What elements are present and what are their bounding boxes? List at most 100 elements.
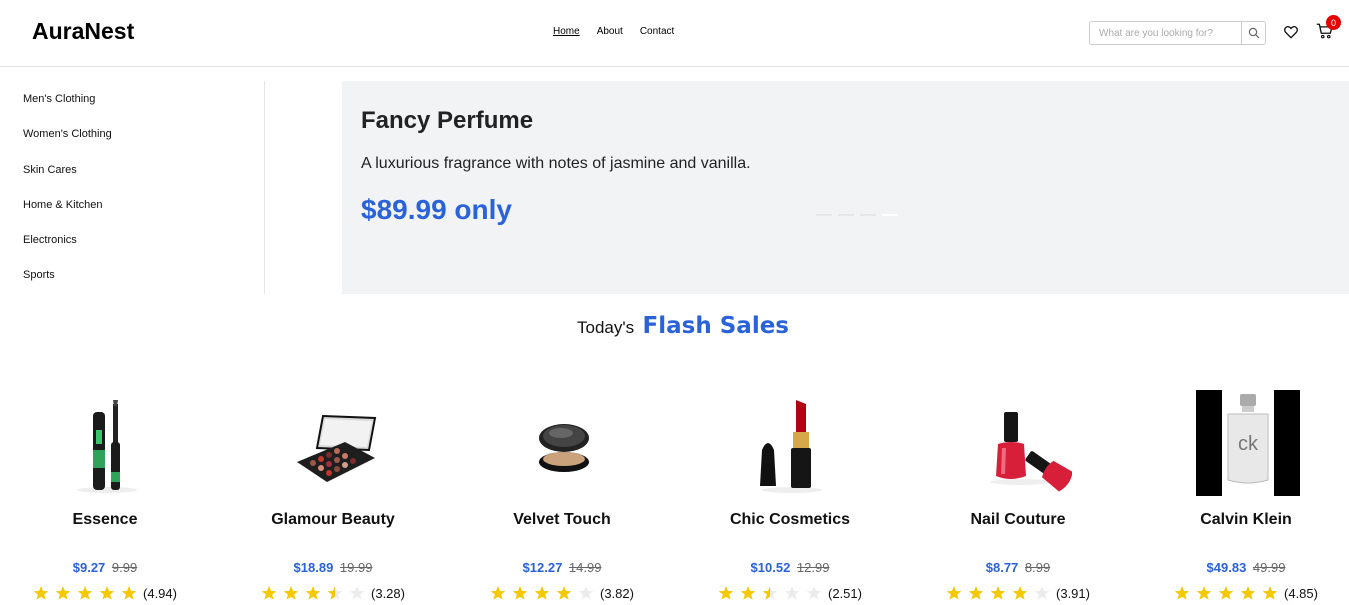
- rating-value: (3.91): [1056, 585, 1090, 601]
- nav-about-link[interactable]: About: [597, 26, 623, 37]
- rating-stars: [33, 585, 137, 601]
- carousel-dot[interactable]: [860, 214, 876, 216]
- product-price: $49.83: [1206, 560, 1247, 575]
- powder-compact-icon: [539, 424, 589, 472]
- header: AuraNest Home About Contact 0: [0, 0, 1349, 67]
- star-empty-icon: [578, 586, 594, 600]
- product-rating: (4.85): [1146, 585, 1346, 601]
- product-card[interactable]: Glamour Beauty $18.89 19.99 (3.28): [233, 390, 433, 605]
- product-card[interactable]: ck Calvin Klein $49.83 49.99 (4.85): [1146, 390, 1346, 605]
- product-old-price: 9.99: [111, 560, 138, 575]
- product-prices: $8.77 8.99: [918, 560, 1118, 575]
- hero-description: A luxurious fragrance with notes of jasm…: [361, 155, 751, 172]
- product-prices: $12.27 14.99: [462, 560, 662, 575]
- hero-banner[interactable]: Fancy Perfume A luxurious fragrance with…: [342, 81, 1349, 294]
- nail-polish-icon: [990, 412, 1072, 492]
- product-old-price: 14.99: [568, 560, 602, 575]
- star-empty-icon: [784, 586, 800, 600]
- product-old-price: 8.99: [1024, 560, 1051, 575]
- sidebar-item-skin-cares[interactable]: Skin Cares: [23, 164, 77, 176]
- star-full-icon: [1240, 586, 1256, 600]
- svg-text:ck: ck: [1238, 433, 1259, 455]
- sidebar-item-womens-clothing[interactable]: Women's Clothing: [23, 128, 112, 140]
- star-full-icon: [1012, 586, 1028, 600]
- star-full-icon: [968, 586, 984, 600]
- product-card[interactable]: Nail Couture $8.77 8.99 (3.91): [918, 390, 1118, 605]
- star-full-icon: [718, 586, 734, 600]
- product-name[interactable]: Glamour Beauty: [233, 511, 433, 529]
- lipstick-icon: [760, 400, 822, 493]
- star-full-icon: [1262, 586, 1278, 600]
- nav-home-link[interactable]: Home: [553, 26, 580, 37]
- star-empty-icon: [349, 586, 365, 600]
- cart-count-badge: 0: [1326, 15, 1341, 30]
- star-full-icon: [990, 586, 1006, 600]
- sidebar-item-electronics[interactable]: Electronics: [23, 234, 77, 246]
- product-rating: (2.51): [690, 585, 890, 601]
- star-full-icon: [33, 586, 49, 600]
- star-full-icon: [1174, 586, 1190, 600]
- category-sidebar: Men's Clothing Women's Clothing Skin Car…: [0, 81, 265, 294]
- rating-value: (4.94): [143, 585, 177, 601]
- product-price: $10.52: [750, 560, 791, 575]
- hero-price: $89.99 only: [361, 194, 512, 225]
- wishlist-heart-icon[interactable]: [1283, 24, 1299, 40]
- search-button[interactable]: [1241, 22, 1265, 44]
- star-full-icon: [946, 586, 962, 600]
- product-prices: $10.52 12.99: [690, 560, 890, 575]
- product-card[interactable]: Velvet Touch $12.27 14.99 (3.82): [462, 390, 662, 605]
- search-bar: [1089, 21, 1266, 45]
- main-nav: Home About Contact: [553, 26, 674, 37]
- flash-sales-title: Flash Sales: [642, 313, 789, 339]
- mascara-icon: [77, 400, 137, 493]
- product-price: $8.77: [985, 560, 1019, 575]
- nav-contact-link[interactable]: Contact: [640, 26, 674, 37]
- product-name[interactable]: Chic Cosmetics: [690, 511, 890, 529]
- rating-value: (2.51): [828, 585, 862, 601]
- product-name[interactable]: Calvin Klein: [1146, 511, 1346, 529]
- star-full-icon: [99, 586, 115, 600]
- rating-stars: [261, 585, 365, 601]
- search-input[interactable]: [1090, 22, 1242, 44]
- star-empty-icon: [806, 586, 822, 600]
- product-card[interactable]: Essence $9.27 9.99 (4.94): [5, 390, 205, 605]
- product-old-price: 19.99: [339, 560, 373, 575]
- product-old-price: 49.99: [1252, 560, 1286, 575]
- star-full-icon: [534, 586, 550, 600]
- rating-value: (3.28): [371, 585, 405, 601]
- perfume-bottle-icon: ck: [1196, 390, 1300, 496]
- star-full-icon: [1196, 586, 1212, 600]
- product-prices: $18.89 19.99: [233, 560, 433, 575]
- star-full-icon: [261, 586, 277, 600]
- sidebar-item-home-kitchen[interactable]: Home & Kitchen: [23, 199, 102, 211]
- product-name[interactable]: Essence: [5, 511, 205, 529]
- sidebar-item-sports[interactable]: Sports: [23, 269, 55, 281]
- rating-stars: [946, 585, 1050, 601]
- eyeshadow-palette-icon: [297, 414, 377, 482]
- star-full-icon: [283, 586, 299, 600]
- star-full-icon: [305, 586, 321, 600]
- search-icon: [1248, 27, 1259, 39]
- hero-title: Fancy Perfume: [361, 107, 534, 134]
- product-rating: (3.82): [462, 585, 662, 601]
- carousel-dot[interactable]: [816, 214, 832, 216]
- rating-value: (4.85): [1284, 585, 1318, 601]
- product-old-price: 12.99: [796, 560, 830, 575]
- rating-value: (3.82): [600, 585, 634, 601]
- product-rating: (4.94): [5, 585, 205, 601]
- carousel-dot-active[interactable]: [882, 214, 898, 216]
- carousel-dot[interactable]: [838, 214, 854, 216]
- rating-stars: [718, 585, 822, 601]
- product-card[interactable]: Chic Cosmetics $10.52 12.99 (2.51): [690, 390, 890, 605]
- flash-sales-heading: Today's Flash Sales: [0, 313, 1349, 339]
- product-price: $9.27: [72, 560, 106, 575]
- product-price: $18.89: [293, 560, 334, 575]
- star-full-icon: [512, 586, 528, 600]
- logo[interactable]: AuraNest: [32, 18, 134, 45]
- star-half-icon: [762, 586, 778, 600]
- product-name[interactable]: Velvet Touch: [462, 511, 662, 529]
- sidebar-item-mens-clothing[interactable]: Men's Clothing: [23, 93, 95, 105]
- star-full-icon: [556, 586, 572, 600]
- rating-stars: [490, 585, 594, 601]
- product-name[interactable]: Nail Couture: [918, 511, 1118, 529]
